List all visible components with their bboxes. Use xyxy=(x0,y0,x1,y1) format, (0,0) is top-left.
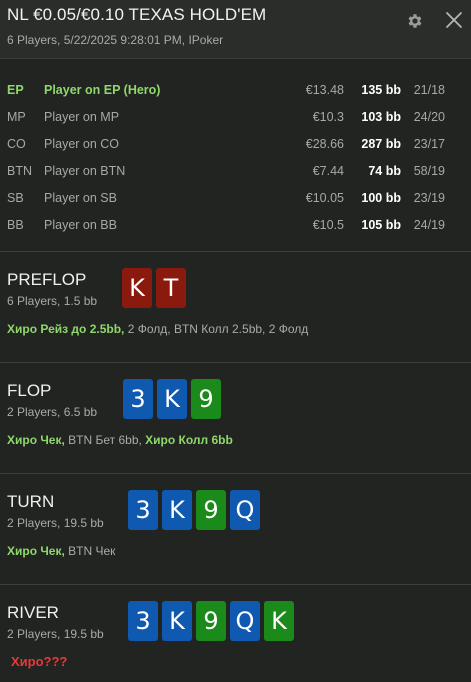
player-row: CO Player on CO €28.66 287 bb 23/17 xyxy=(0,132,471,159)
street-actions: Хиро Рейз до 2.5bb, 2 Фолд, BTN Колл 2.5… xyxy=(7,322,308,336)
street-pot-info: 2 Players, 19.5 bb xyxy=(7,627,104,641)
player-name: Player on EP (Hero) xyxy=(44,83,161,97)
player-stack-bb: 135 bb xyxy=(361,83,401,97)
street-preflop: PREFLOP 6 Players, 1.5 bb K T Хиро Рейз … xyxy=(0,268,471,350)
street-river: RIVER 2 Players, 19.5 bb 3 K 9 Q K Хиро?… xyxy=(0,601,471,681)
player-stats: 23/19 xyxy=(413,191,445,205)
section-divider xyxy=(0,362,471,363)
player-stack: €7.44 xyxy=(312,164,344,178)
street-pot-info: 6 Players, 1.5 bb xyxy=(7,294,98,308)
other-actions: BTN Бет 6bb, xyxy=(64,433,146,447)
section-divider xyxy=(0,251,471,252)
player-stats: 58/19 xyxy=(413,164,445,178)
street-title: TURN xyxy=(7,492,55,511)
player-stack: €10.3 xyxy=(312,110,344,124)
player-position: MP xyxy=(7,110,26,124)
player-position: EP xyxy=(7,83,24,97)
playing-card: K xyxy=(162,490,192,530)
player-row: SB Player on SB €10.05 100 bb 23/19 xyxy=(0,186,471,213)
player-position: BB xyxy=(7,218,24,232)
player-stack-bb: 100 bb xyxy=(361,191,401,205)
player-row: BTN Player on BTN €7.44 74 bb 58/19 xyxy=(0,159,471,186)
player-stats: 24/20 xyxy=(413,110,445,124)
other-actions: BTN Чек xyxy=(64,544,116,558)
playing-card: Q xyxy=(230,601,260,641)
playing-card: K xyxy=(157,379,187,419)
section-divider xyxy=(0,473,471,474)
street-title: RIVER xyxy=(7,603,59,622)
street-pot-info: 2 Players, 19.5 bb xyxy=(7,516,104,530)
playing-card: 3 xyxy=(123,379,153,419)
hero-action: Хиро Чек, xyxy=(7,433,65,447)
playing-card: 3 xyxy=(128,601,158,641)
player-stack: €28.66 xyxy=(305,137,344,151)
close-icon[interactable] xyxy=(443,9,465,31)
player-stack-bb: 103 bb xyxy=(361,110,401,124)
playing-card: K xyxy=(162,601,192,641)
street-pot-info: 2 Players, 6.5 bb xyxy=(7,405,98,419)
hand-subtitle: 6 Players, 5/22/2025 9:28:01 PM, IPoker xyxy=(7,33,224,47)
playing-card: 3 xyxy=(128,490,158,530)
player-stack-bb: 287 bb xyxy=(361,137,401,151)
player-stack: €10.05 xyxy=(305,191,344,205)
hero-action: Хиро Колл 6bb xyxy=(145,433,233,447)
player-position: BTN xyxy=(7,164,32,178)
player-name: Player on BTN xyxy=(44,164,126,178)
player-row: MP Player on MP €10.3 103 bb 24/20 xyxy=(0,105,471,132)
hero-decision-pending: Хиро??? xyxy=(11,654,68,669)
street-actions: Хиро??? xyxy=(11,654,67,669)
gear-icon[interactable] xyxy=(406,12,424,30)
player-stack-bb: 105 bb xyxy=(361,218,401,232)
player-row: BB Player on BB €10.5 105 bb 24/19 xyxy=(0,213,471,240)
street-turn: TURN 2 Players, 19.5 bb 3 K 9 Q Хиро Чек… xyxy=(0,490,471,572)
player-name: Player on CO xyxy=(44,137,120,151)
player-row-hero: EP Player on EP (Hero) €13.48 135 bb 21/… xyxy=(0,78,471,105)
player-stack: €10.5 xyxy=(312,218,344,232)
hero-action: Хиро Чек, xyxy=(7,544,65,558)
street-actions: Хиро Чек, BTN Бет 6bb, Хиро Колл 6bb xyxy=(7,433,233,447)
playing-card: K xyxy=(264,601,294,641)
hand-title: NL €0.05/€0.10 TEXAS HOLD'EM xyxy=(7,5,267,24)
player-position: CO xyxy=(7,137,26,151)
player-stack: €13.48 xyxy=(305,83,344,97)
playing-card: 9 xyxy=(196,490,226,530)
player-stats: 24/19 xyxy=(413,218,445,232)
street-actions: Хиро Чек, BTN Чек xyxy=(7,544,115,558)
section-divider xyxy=(0,584,471,585)
playing-card: 9 xyxy=(196,601,226,641)
street-title: PREFLOP xyxy=(7,270,87,289)
other-actions: 2 Фолд, BTN Колл 2.5bb, 2 Фолд xyxy=(124,322,309,336)
player-name: Player on MP xyxy=(44,110,120,124)
playing-card: 9 xyxy=(191,379,221,419)
player-name: Player on SB xyxy=(44,191,117,205)
player-position: SB xyxy=(7,191,24,205)
playing-card: T xyxy=(156,268,186,308)
playing-card: K xyxy=(122,268,152,308)
hand-header: NL €0.05/€0.10 TEXAS HOLD'EM 6 Players, … xyxy=(0,0,471,59)
player-name: Player on BB xyxy=(44,218,117,232)
hero-action: Хиро Рейз до 2.5bb, xyxy=(7,322,125,336)
street-title: FLOP xyxy=(7,381,52,400)
player-stack-bb: 74 bb xyxy=(368,164,401,178)
players-list: EP Player on EP (Hero) €13.48 135 bb 21/… xyxy=(0,78,471,240)
player-stats: 23/17 xyxy=(413,137,445,151)
street-flop: FLOP 2 Players, 6.5 bb 3 K 9 Хиро Чек, B… xyxy=(0,379,471,461)
playing-card: Q xyxy=(230,490,260,530)
player-stats: 21/18 xyxy=(413,83,445,97)
